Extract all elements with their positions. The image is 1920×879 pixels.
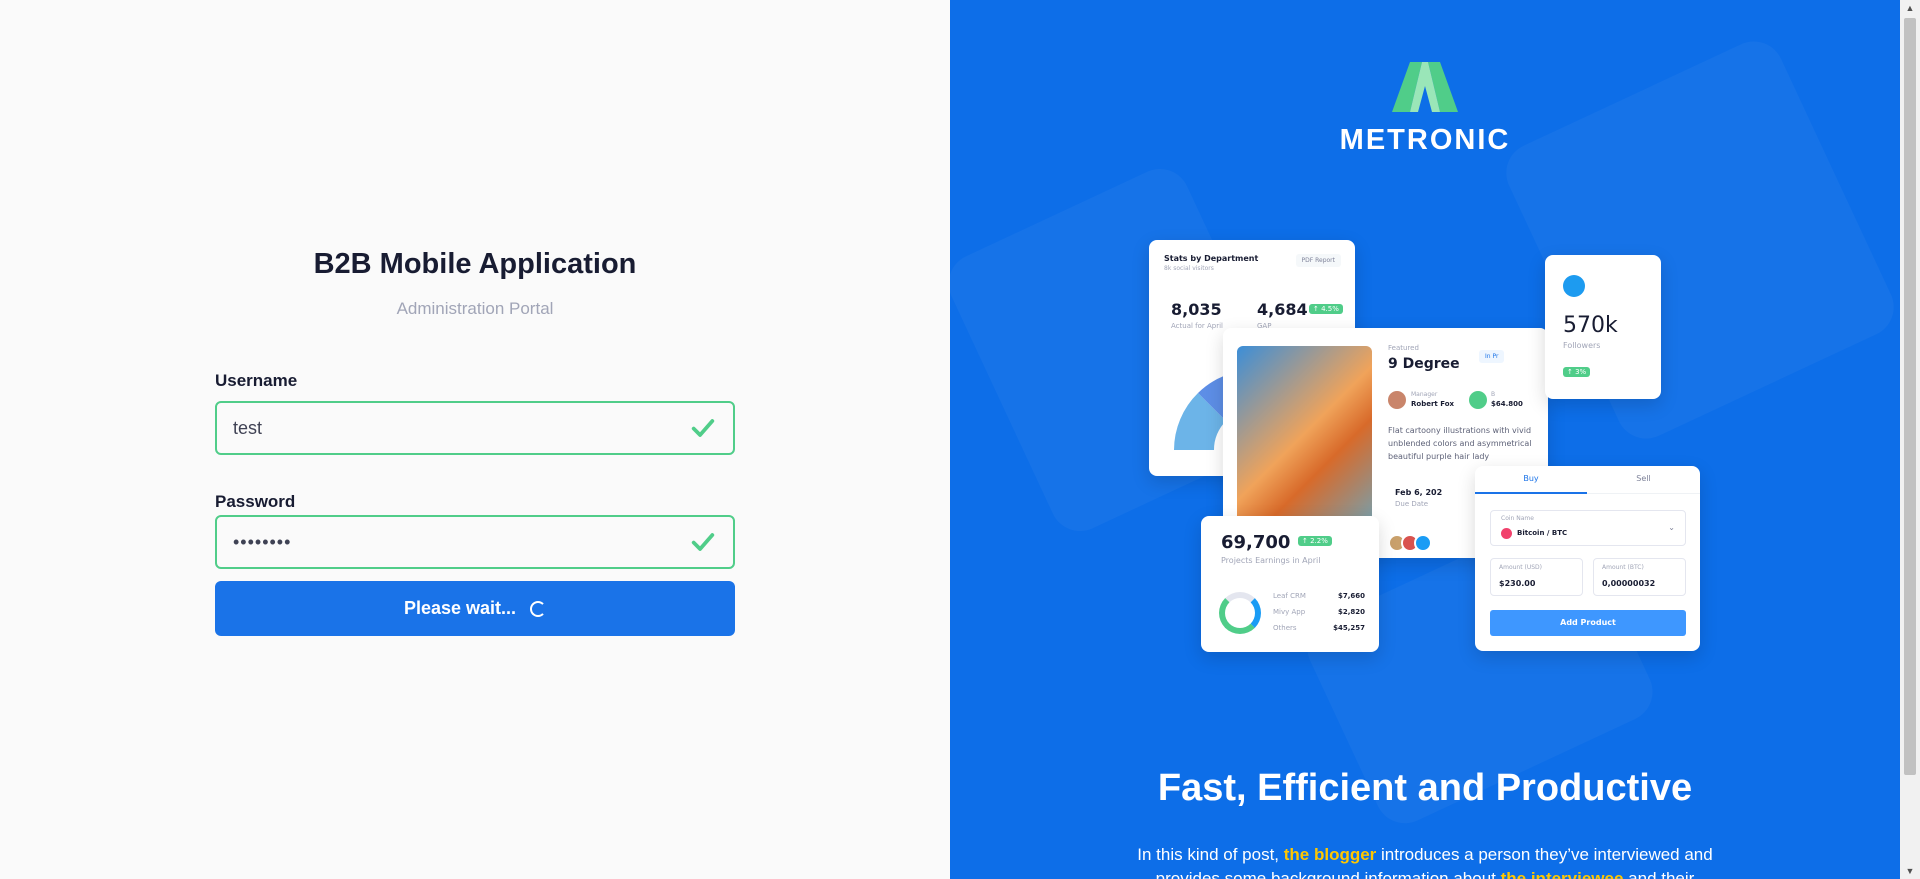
avatar bbox=[1388, 391, 1406, 409]
btc-amount-field[interactable]: Amount (BTC) 0,00000032 bbox=[1593, 558, 1686, 596]
coin-value: Bitcoin / BTC bbox=[1517, 529, 1568, 537]
usd-amount-field[interactable]: Amount (USD) $230.00 bbox=[1490, 558, 1583, 596]
submit-button[interactable]: Please wait... bbox=[215, 581, 735, 636]
twitter-label: Followers bbox=[1563, 341, 1601, 350]
coin-label: Coin Name bbox=[1501, 515, 1534, 522]
earnings-legend: Leaf CRM $7,660 Mivy App $2,820 Others $45,… bbox=[1273, 592, 1365, 632]
featured-title: 9 Degree bbox=[1388, 356, 1460, 372]
brand-name: METRONIC bbox=[1339, 124, 1511, 156]
due-date: Feb 6, 202 bbox=[1395, 488, 1443, 497]
twitter-value: 570k bbox=[1563, 313, 1618, 338]
submit-label: Please wait... bbox=[403, 598, 517, 618]
twitter-icon bbox=[1563, 275, 1585, 297]
btc-value: 0,00000032 bbox=[1602, 579, 1656, 588]
blogger-link[interactable]: the blogger bbox=[1284, 845, 1377, 864]
page-subtitle: Administration Portal bbox=[396, 299, 554, 318]
twitter-card: 570k Followers ↑ 3% bbox=[1545, 255, 1661, 399]
username-label: Username bbox=[215, 371, 298, 390]
bitcoin-icon bbox=[1501, 528, 1512, 539]
stat1-value: 8,035 bbox=[1171, 300, 1222, 319]
stat1-label: Actual for April bbox=[1171, 322, 1224, 330]
budget-icon bbox=[1469, 391, 1487, 409]
username-value[interactable]: test bbox=[233, 418, 689, 439]
brand-panel: METRONIC Stats by Department 8k social v… bbox=[950, 0, 1900, 879]
add-product-button[interactable]: Add Product bbox=[1490, 610, 1686, 636]
featured-pill: In Pr bbox=[1479, 350, 1505, 363]
avatar bbox=[1414, 534, 1432, 552]
brand-logo: METRONIC bbox=[950, 58, 1900, 157]
usd-value: $230.00 bbox=[1499, 579, 1536, 588]
username-field[interactable]: test bbox=[215, 401, 735, 455]
password-label: Password bbox=[215, 492, 296, 511]
interviewee-link[interactable]: the interviewee bbox=[1501, 869, 1624, 879]
check-icon bbox=[691, 533, 715, 551]
stat2-badge: ↑ 4.5% bbox=[1309, 304, 1343, 314]
manager-label: Manager bbox=[1411, 391, 1438, 398]
stats-subtitle: 8k social visitors bbox=[1164, 265, 1214, 272]
page-title: B2B Mobile Application bbox=[313, 248, 637, 280]
scroll-thumb[interactable] bbox=[1904, 18, 1916, 775]
legend-row: Leaf CRM $7,660 bbox=[1273, 592, 1365, 600]
btc-label: Amount (BTC) bbox=[1602, 564, 1644, 571]
password-value[interactable]: •••••••• bbox=[233, 532, 689, 553]
manager-name: Robert Fox bbox=[1411, 400, 1455, 408]
usd-label: Amount (USD) bbox=[1499, 564, 1542, 571]
earnings-label: Projects Earnings in April bbox=[1221, 556, 1321, 565]
scroll-up-icon[interactable]: ▲ bbox=[1904, 2, 1916, 14]
earnings-badge: ↑ 2.2% bbox=[1298, 536, 1332, 546]
earnings-value: 69,700 bbox=[1221, 532, 1291, 553]
earnings-donut bbox=[1219, 592, 1261, 634]
budget-label: B bbox=[1491, 391, 1496, 398]
legend-row: Others $45,257 bbox=[1273, 624, 1365, 632]
brand-description: In this kind of post, the blogger introd… bbox=[1110, 843, 1740, 879]
chevron-down-icon: ⌄ bbox=[1668, 523, 1675, 532]
earnings-card: 69,700 ↑ 2.2% Projects Earnings in April… bbox=[1201, 516, 1379, 652]
trade-card: Buy Sell Coin Name Bitcoin / BTC ⌄ Amoun… bbox=[1475, 466, 1700, 651]
coin-select[interactable]: Coin Name Bitcoin / BTC ⌄ bbox=[1490, 510, 1686, 546]
login-panel: B2B Mobile Application Administration Po… bbox=[0, 0, 950, 879]
featured-label: Featured bbox=[1388, 344, 1419, 352]
budget-value: $64.800 bbox=[1491, 400, 1523, 408]
tagline: Fast, Efficient and Productive bbox=[1157, 767, 1693, 809]
pdf-report-button[interactable]: PDF Report bbox=[1295, 254, 1341, 267]
legend-row: Mivy App $2,820 bbox=[1273, 608, 1365, 616]
check-icon bbox=[691, 419, 715, 437]
tab-sell[interactable]: Sell bbox=[1587, 466, 1700, 494]
stat2-value: 4,684 bbox=[1257, 300, 1308, 319]
scroll-down-icon[interactable]: ▼ bbox=[1904, 865, 1916, 877]
password-field[interactable]: •••••••• bbox=[215, 515, 735, 569]
scrollbar[interactable]: ▲ ▼ bbox=[1900, 0, 1920, 879]
due-label: Due Date bbox=[1395, 500, 1429, 508]
spinner-icon bbox=[530, 600, 547, 617]
metronic-logo-icon bbox=[1392, 62, 1458, 112]
tab-buy[interactable]: Buy bbox=[1475, 466, 1587, 494]
featured-description: Flat cartoony illustrations with vivid u… bbox=[1388, 426, 1532, 461]
stats-title: Stats by Department bbox=[1164, 254, 1259, 263]
twitter-badge: ↑ 3% bbox=[1563, 367, 1591, 377]
